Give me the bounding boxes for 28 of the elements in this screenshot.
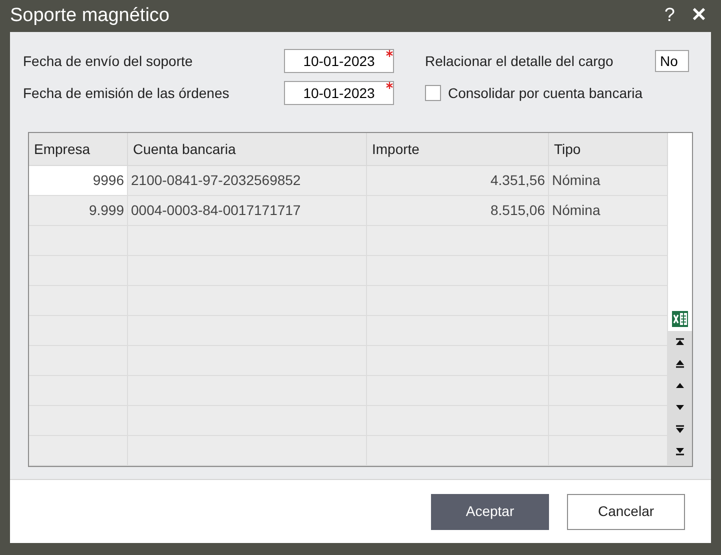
checkbox[interactable] [425,85,441,101]
help-button[interactable]: ? [660,2,679,30]
table-cell: 9996 [29,166,128,196]
table-cell: 4.351,56 [367,166,549,196]
checkbox-label: Consolidar por cuenta bancaria [448,84,643,103]
field-label: Fecha de envío del soporte [23,52,194,71]
table-cell: Nómina [549,166,668,196]
table-cell: 2100-0841-97-2032569852 [128,166,367,196]
up-arrow-icon[interactable] [675,380,685,391]
spreadsheet-icon[interactable] [672,311,688,327]
field-label: Fecha de emisión de las órdenes [23,84,230,102]
page-up-icon[interactable] [675,358,685,369]
table-cell: 0004-0003-84-0017171717 [128,196,367,226]
last-page-icon[interactable] [675,446,685,456]
page-down-icon[interactable] [675,424,685,434]
window-title: Soporte magnético [10,4,170,28]
option-label: Relacionar el detalle del cargo [425,52,614,71]
cancel-button[interactable]: Cancelar [567,494,685,530]
first-page-icon[interactable] [675,336,685,347]
down-arrow-icon[interactable] [675,402,685,412]
table-cell: 8.515,06 [367,196,549,226]
date-field[interactable]: 10-01-2023 [284,48,394,72]
close-button[interactable]: ✕ [687,2,711,30]
text-field[interactable]: No [655,50,689,72]
accept-button[interactable]: Aceptar [431,494,549,530]
table-cell: Nómina [549,196,668,226]
table-cell: 9.999 [29,196,128,226]
date-field[interactable]: 10-01-2023 [284,80,394,104]
